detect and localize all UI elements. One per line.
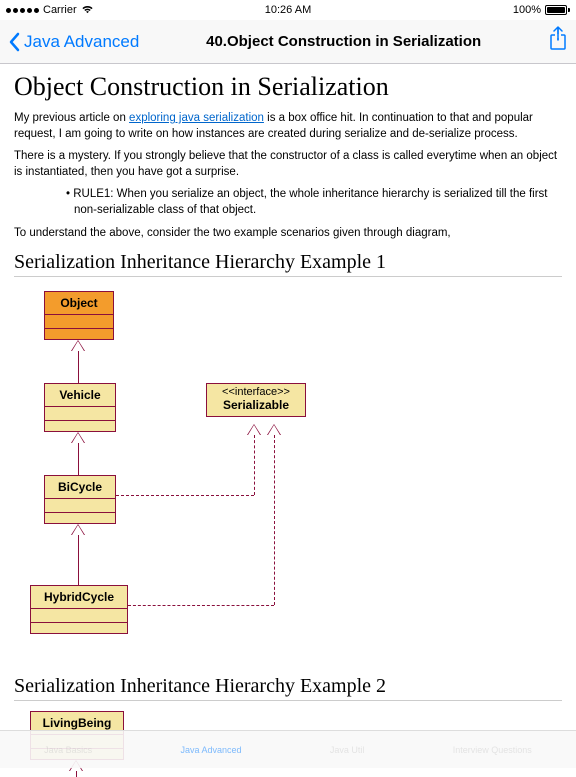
uml-arrow-icon [72, 525, 84, 535]
tab-java-advanced[interactable]: Java Advanced [181, 745, 242, 755]
uml-arrow-icon [72, 433, 84, 443]
uml-arrow-icon [248, 425, 260, 435]
status-right: 100% [513, 4, 570, 16]
heading-example-2: Serialization Inheritance Hierarchy Exam… [14, 675, 562, 701]
uml-arrow-icon [268, 425, 280, 435]
uml-class-vehicle: Vehicle [44, 383, 116, 432]
wifi-icon [81, 4, 94, 17]
nav-title: 40.Object Construction in Serialization [139, 33, 548, 50]
carrier-label: Carrier [43, 4, 77, 16]
back-button[interactable]: Java Advanced [8, 32, 139, 52]
link-exploring-serialization[interactable]: exploring java serialization [129, 112, 264, 124]
uml-dashed-line [116, 495, 254, 496]
heading-example-1: Serialization Inheritance Hierarchy Exam… [14, 251, 562, 277]
share-button[interactable] [548, 26, 568, 57]
uml-class-hybridcycle: HybridCycle [30, 585, 128, 634]
page-heading: Object Construction in Serialization [14, 72, 562, 102]
battery-percent: 100% [513, 4, 541, 16]
tab-bar: Java Basics Java Advanced Java Util Inte… [0, 730, 576, 768]
status-time: 10:26 AM [265, 4, 311, 16]
uml-diagram-1: Object Vehicle BiCycle HybridCycle <<int… [14, 285, 562, 665]
uml-arrow-icon [72, 341, 84, 351]
uml-dashed-line [128, 605, 274, 606]
signal-icon [6, 8, 39, 13]
uml-class-bicycle: BiCycle [44, 475, 116, 524]
content-area[interactable]: Object Construction in Serialization My … [0, 64, 576, 777]
status-left: Carrier [6, 4, 94, 17]
battery-icon [545, 5, 570, 15]
back-label: Java Advanced [24, 32, 139, 52]
tab-java-basics[interactable]: Java Basics [44, 745, 92, 755]
uml-dashed-line [254, 435, 255, 495]
share-icon [548, 26, 568, 52]
nav-bar: Java Advanced 40.Object Construction in … [0, 20, 576, 64]
status-bar: Carrier 10:26 AM 100% [0, 0, 576, 20]
paragraph-2: There is a mystery. If you strongly beli… [14, 148, 562, 180]
chevron-left-icon [8, 32, 20, 52]
rule-1: • RULE1: When you serialize an object, t… [74, 186, 562, 218]
uml-class-object: Object [44, 291, 114, 340]
uml-interface-serializable: <<interface>> Serializable [206, 383, 306, 417]
uml-dashed-line [274, 435, 275, 605]
paragraph-1: My previous article on exploring java se… [14, 110, 562, 142]
tab-java-util[interactable]: Java Util [330, 745, 365, 755]
paragraph-3: To understand the above, consider the tw… [14, 225, 562, 241]
tab-interview-questions[interactable]: Interview Questions [453, 745, 532, 755]
